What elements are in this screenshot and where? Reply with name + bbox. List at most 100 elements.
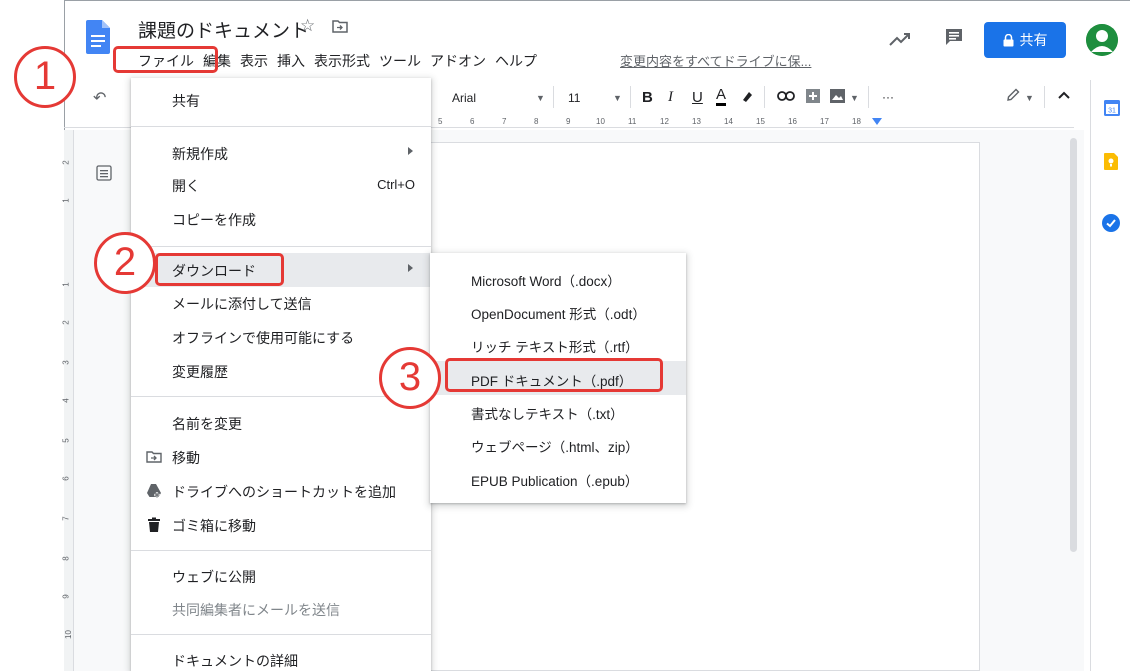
menu-item-label: コピーを作成 <box>172 212 256 228</box>
menu-divider <box>131 550 431 551</box>
menu-format[interactable]: 表示形式 <box>314 51 370 71</box>
link-icon[interactable] <box>777 91 795 101</box>
submenu-item-label: 書式なしテキスト（.txt） <box>471 407 624 422</box>
submenu-item-label: Microsoft Word（.docx） <box>471 274 621 289</box>
italic-button[interactable]: I <box>668 89 673 106</box>
underline-button[interactable]: U <box>692 89 703 106</box>
submenu-item-label: EPUB Publication（.epub） <box>471 474 639 489</box>
add-comment-icon[interactable] <box>806 89 820 103</box>
font-family-caret-icon[interactable]: ▼ <box>536 93 545 103</box>
insert-image-icon[interactable] <box>830 89 845 103</box>
menu-item-move-to-trash[interactable]: ゴミ箱に移動 <box>131 508 431 542</box>
folder-move-icon <box>146 451 162 463</box>
avatar[interactable] <box>1086 24 1118 56</box>
editing-mode-caret-icon[interactable]: ▼ <box>1025 93 1034 103</box>
menu-divider <box>131 126 431 127</box>
right-indent-marker-icon[interactable] <box>872 118 882 126</box>
toolbar-divider <box>868 86 869 108</box>
menu-item-rename[interactable]: 名前を変更 <box>131 406 431 440</box>
toolbar-divider <box>764 86 765 108</box>
document-outline-icon[interactable] <box>96 165 112 181</box>
undo-icon[interactable]: ↶ <box>93 88 106 108</box>
submenu-arrow-icon <box>408 147 413 155</box>
move-folder-icon[interactable] <box>332 20 348 33</box>
menu-item-email-attachment[interactable]: メールに添付して送信 <box>131 286 431 320</box>
ruler-mark: 9 <box>566 117 571 126</box>
menu-item-label: 開く <box>172 178 200 194</box>
drive-shortcut-icon <box>147 484 161 498</box>
menu-item-document-details[interactable]: ドキュメントの詳細 <box>131 643 431 671</box>
ruler-mark: 13 <box>692 117 701 126</box>
step-1-badge: 1 <box>14 46 76 108</box>
text-color-button[interactable]: A <box>716 87 727 106</box>
step-1-highlight-box <box>113 46 218 73</box>
menu-item-make-copy[interactable]: コピーを作成 <box>131 202 431 236</box>
svg-text:31: 31 <box>1108 108 1116 115</box>
menu-item-label: 名前を変更 <box>172 416 242 432</box>
menu-help[interactable]: ヘルプ <box>495 51 537 71</box>
step-3-highlight-box <box>445 358 663 392</box>
menu-insert[interactable]: 挿入 <box>277 51 305 71</box>
ruler-mark: 17 <box>820 117 829 126</box>
highlight-pen-icon[interactable] <box>740 89 754 103</box>
menu-item-make-offline[interactable]: オフラインで使用可能にする <box>131 320 431 354</box>
more-options-button[interactable]: ··· <box>882 90 894 104</box>
download-docx[interactable]: Microsoft Word（.docx） <box>430 261 686 295</box>
activity-trend-icon[interactable] <box>888 30 912 48</box>
submenu-item-label: リッチ テキスト形式（.rtf） <box>471 340 639 355</box>
download-epub[interactable]: EPUB Publication（.epub） <box>430 461 686 495</box>
menu-item-label: ドライブへのショートカットを追加 <box>172 484 396 500</box>
menu-item-shortcut: Ctrl+O <box>377 177 415 192</box>
menu-item-share[interactable]: 共有 <box>131 83 431 117</box>
step-2-highlight-box <box>155 253 284 286</box>
step-3-badge: 3 <box>379 347 441 409</box>
ruler-mark: 6 <box>61 476 71 481</box>
ruler-mark: 5 <box>438 117 443 126</box>
menu-item-label: オフラインで使用可能にする <box>172 330 355 346</box>
editing-mode-pencil-icon[interactable] <box>1006 88 1020 102</box>
lock-icon <box>1003 33 1013 46</box>
download-html-zip[interactable]: ウェブページ（.html、zip） <box>430 427 686 461</box>
download-rtf[interactable]: リッチ テキスト形式（.rtf） <box>430 327 686 361</box>
vertical-scrollbar[interactable] <box>1070 138 1077 552</box>
vertical-ruler[interactable]: 2 1 1 2 3 4 5 6 7 8 9 10 <box>61 130 74 671</box>
font-size-select[interactable]: 11 <box>568 91 580 105</box>
star-icon[interactable]: ☆ <box>300 16 315 36</box>
menu-item-publish-to-web[interactable]: ウェブに公開 <box>131 559 431 593</box>
ruler-mark: 6 <box>470 117 475 126</box>
image-caret-icon[interactable]: ▼ <box>850 93 859 103</box>
menu-view[interactable]: 表示 <box>240 51 268 71</box>
bold-button[interactable]: B <box>642 89 653 106</box>
docs-logo-icon[interactable] <box>86 20 110 54</box>
menu-addons[interactable]: アドオン <box>430 51 486 71</box>
ruler-mark: 7 <box>502 117 507 126</box>
ruler-mark: 16 <box>788 117 797 126</box>
ruler-mark: 18 <box>852 117 861 126</box>
ruler-mark: 15 <box>756 117 765 126</box>
ruler-mark: 8 <box>534 117 539 126</box>
collapse-menus-chevron-icon[interactable] <box>1058 91 1070 99</box>
font-size-caret-icon[interactable]: ▼ <box>613 93 622 103</box>
menu-item-move[interactable]: 移動 <box>131 440 431 474</box>
keep-icon[interactable] <box>1104 153 1118 170</box>
menu-item-label: 新規作成 <box>172 146 228 162</box>
toolbar-divider <box>1044 86 1045 108</box>
calendar-icon[interactable]: 31 <box>1104 98 1120 116</box>
save-status-link[interactable]: 変更内容をすべてドライブに保... <box>620 51 811 70</box>
ruler-mark: 9 <box>61 594 71 599</box>
comment-icon[interactable] <box>944 27 964 47</box>
menu-item-add-shortcut[interactable]: ドライブへのショートカットを追加 <box>131 474 431 508</box>
share-button[interactable]: 共有 <box>984 22 1066 58</box>
ruler-mark: 10 <box>63 630 73 639</box>
menu-item-label: ドキュメントの詳細 <box>172 653 298 669</box>
menu-item-label: ゴミ箱に移動 <box>172 518 256 534</box>
document-title[interactable]: 課題のドキュメント <box>138 16 309 43</box>
menu-item-new[interactable]: 新規作成 <box>131 136 431 170</box>
font-family-select[interactable]: Arial <box>452 91 476 105</box>
tasks-icon[interactable] <box>1102 214 1120 232</box>
menu-item-open[interactable]: 開く Ctrl+O <box>131 168 431 202</box>
download-txt[interactable]: 書式なしテキスト（.txt） <box>430 394 686 428</box>
download-odt[interactable]: OpenDocument 形式（.odt） <box>430 294 686 328</box>
menu-item-label: メールに添付して送信 <box>172 296 312 312</box>
menu-tools[interactable]: ツール <box>379 51 421 71</box>
